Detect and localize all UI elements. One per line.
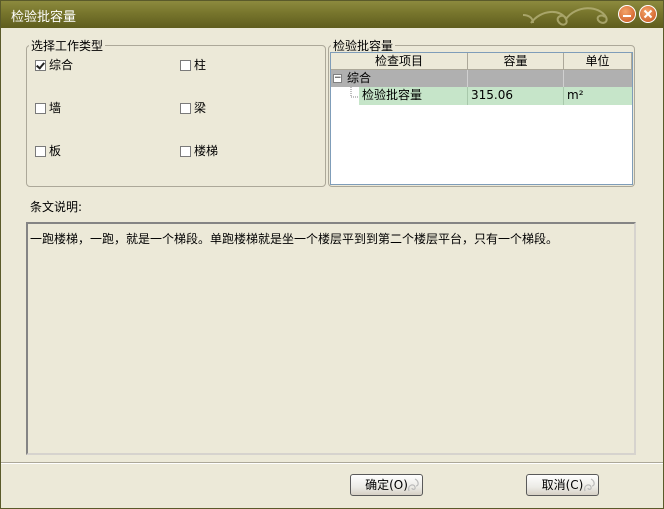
description-text: 一跑楼梯，一跑，就是一个梯段。单跑楼梯就是坐一个楼层平到到第二个楼层平台，只有一… [30,232,559,246]
minimize-icon [623,15,631,17]
checkbox-label: 楼梯 [194,144,219,158]
description-text-area[interactable]: 一跑楼梯，一跑，就是一个梯段。单跑楼梯就是坐一个楼层平到到第二个楼层平台，只有一… [26,222,636,455]
cancel-button-label: 取消(C) [541,478,584,492]
minimize-button[interactable] [618,5,636,23]
divider [1,462,663,464]
close-button[interactable] [639,5,657,23]
table-row-selected[interactable]: 检验批容量 315.06 m² [331,87,632,105]
cell-capacity [468,70,564,87]
column-header-unit[interactable]: 单位 [564,53,632,70]
checkbox-beam[interactable]: 梁 [180,99,206,116]
checkbox-icon[interactable] [180,60,191,71]
dialog-window: 检验批容量 选择工作类型 综合 柱 墙 梁 板 楼梯 检验批容量 检查项目 容量… [0,0,664,509]
checkbox-icon[interactable] [35,146,46,157]
swirl-decoration-icon [584,478,595,492]
checkbox-slab[interactable]: 板 [35,142,61,159]
swirl-decoration-icon [408,478,419,492]
checkbox-label: 柱 [194,58,207,72]
collapse-icon[interactable]: − [333,74,342,83]
cloud-ornament-icon [522,7,608,26]
checkbox-composite[interactable]: 综合 [35,56,73,73]
checkbox-label: 综合 [49,58,74,72]
cell-unit: m² [564,87,632,105]
checkbox-label: 梁 [194,101,207,115]
checkbox-stair[interactable]: 楼梯 [180,142,218,159]
column-header-item[interactable]: 检查项目 [331,53,468,70]
cell-unit [564,70,632,87]
ok-button-label: 确定(O) [365,478,408,492]
checkbox-label: 板 [49,144,62,158]
table-row[interactable]: − 综合 [331,70,632,87]
cell-item: 检验批容量 [359,87,468,105]
checkbox-label: 墙 [49,101,62,115]
description-label: 条文说明: [30,200,83,214]
checkbox-icon[interactable] [35,103,46,114]
column-header-capacity[interactable]: 容量 [468,53,564,70]
cell-item: 综合 [344,70,468,87]
checkbox-icon[interactable] [180,146,191,157]
cell-capacity[interactable]: 315.06 [468,87,564,105]
cancel-button[interactable]: 取消(C) [526,474,599,496]
close-icon [643,9,653,19]
checkbox-wall[interactable]: 墙 [35,99,61,116]
checkbox-column[interactable]: 柱 [180,56,206,73]
ok-button[interactable]: 确定(O) [350,474,423,496]
work-type-legend: 选择工作类型 [31,39,104,53]
window-title: 检验批容量 [11,10,77,25]
capacity-grid[interactable]: 检查项目 容量 单位 − 综合 检验批容量 315.06 m² [330,52,633,185]
title-bar[interactable]: 检验批容量 [1,1,663,28]
checkbox-checked-icon[interactable] [35,60,46,71]
checkbox-icon[interactable] [180,103,191,114]
